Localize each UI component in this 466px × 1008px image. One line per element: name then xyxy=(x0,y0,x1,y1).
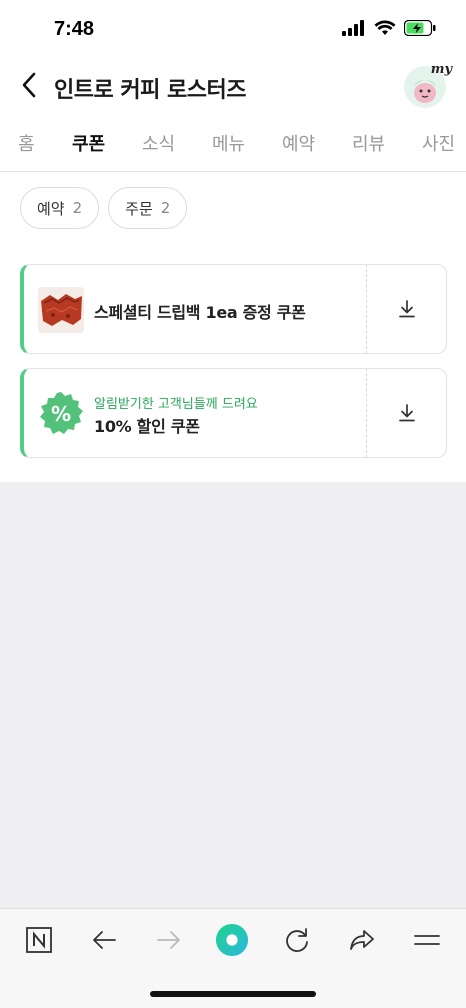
home-indicator xyxy=(150,991,316,997)
discount-badge-icon: % xyxy=(40,392,83,434)
battery-icon xyxy=(404,20,436,36)
naver-icon xyxy=(26,927,52,953)
download-button[interactable] xyxy=(367,264,447,354)
avatar[interactable]: my xyxy=(404,62,452,108)
filter-chip-order[interactable]: 주문 2 xyxy=(108,187,188,229)
back-icon xyxy=(93,931,116,949)
chip-label: 예약 xyxy=(37,199,65,218)
download-icon xyxy=(398,404,415,422)
discount-badge-symbol: % xyxy=(51,402,71,426)
forward-icon xyxy=(157,931,180,949)
naver-button[interactable] xyxy=(22,923,56,957)
share-icon xyxy=(350,930,374,950)
page-title: 인트로 커피 로스터즈 xyxy=(54,78,246,103)
back-arrow-icon xyxy=(22,72,36,98)
download-button[interactable] xyxy=(367,368,447,458)
chip-count: 2 xyxy=(160,199,171,217)
tab-coupon[interactable]: 쿠폰 xyxy=(72,130,105,171)
download-icon xyxy=(398,300,415,318)
avatar-badge: my xyxy=(430,62,452,77)
coupon-title: 스페셜티 드립백 1ea 증정 쿠폰 xyxy=(94,303,306,322)
dripbag-thumbnail xyxy=(38,287,84,333)
filter-chip-reservation[interactable]: 예약 2 xyxy=(20,187,100,229)
share-button[interactable] xyxy=(345,923,379,957)
coupon-card: 스페셜티 드립백 1ea 증정 쿠폰 xyxy=(20,264,447,354)
tab-menu[interactable]: 메뉴 xyxy=(212,130,245,171)
back-nav-button[interactable] xyxy=(87,923,121,957)
forward-nav-button[interactable] xyxy=(152,923,186,957)
tab-home[interactable]: 홈 xyxy=(18,130,35,171)
wifi-icon xyxy=(374,20,396,35)
signal-icon xyxy=(342,20,364,36)
menu-icon xyxy=(414,935,440,945)
header: 인트로 커피 로스터즈 my xyxy=(0,58,466,114)
chip-count: 2 xyxy=(72,199,83,217)
home-button[interactable] xyxy=(215,923,249,957)
reload-icon xyxy=(286,928,308,952)
home-green-dot-icon xyxy=(215,923,249,957)
menu-button[interactable] xyxy=(410,923,444,957)
chip-label: 주문 xyxy=(125,199,153,218)
coupon-body[interactable]: 스페셜티 드립백 1ea 증정 쿠폰 xyxy=(20,264,367,354)
back-button[interactable] xyxy=(16,70,44,100)
coupon-body[interactable]: % 알림받기한 고객님들께 드려요 10% 할인 쿠폰 xyxy=(20,368,367,458)
reload-button[interactable] xyxy=(280,923,314,957)
tab-review[interactable]: 리뷰 xyxy=(352,130,385,171)
status-icons xyxy=(342,20,436,36)
tab-reservation[interactable]: 예약 xyxy=(282,130,315,171)
browser-toolbar xyxy=(0,908,466,1008)
tab-news[interactable]: 소식 xyxy=(142,130,175,171)
coupon-subtitle: 알림받기한 고객님들께 드려요 xyxy=(94,397,258,412)
tab-photo[interactable]: 사진 xyxy=(422,130,455,171)
tab-bar: 홈 쿠폰 소식 메뉴 예약 리뷰 사진 xyxy=(0,124,466,172)
coupon-title: 10% 할인 쿠폰 xyxy=(94,417,200,436)
status-time: 7:48 xyxy=(54,18,95,40)
coupon-card: % 알림받기한 고객님들께 드려요 10% 할인 쿠폰 xyxy=(20,368,447,458)
empty-content-area xyxy=(0,482,466,908)
status-bar: 7:48 xyxy=(0,0,466,58)
filter-chips: 예약 2 주문 2 xyxy=(20,187,188,229)
